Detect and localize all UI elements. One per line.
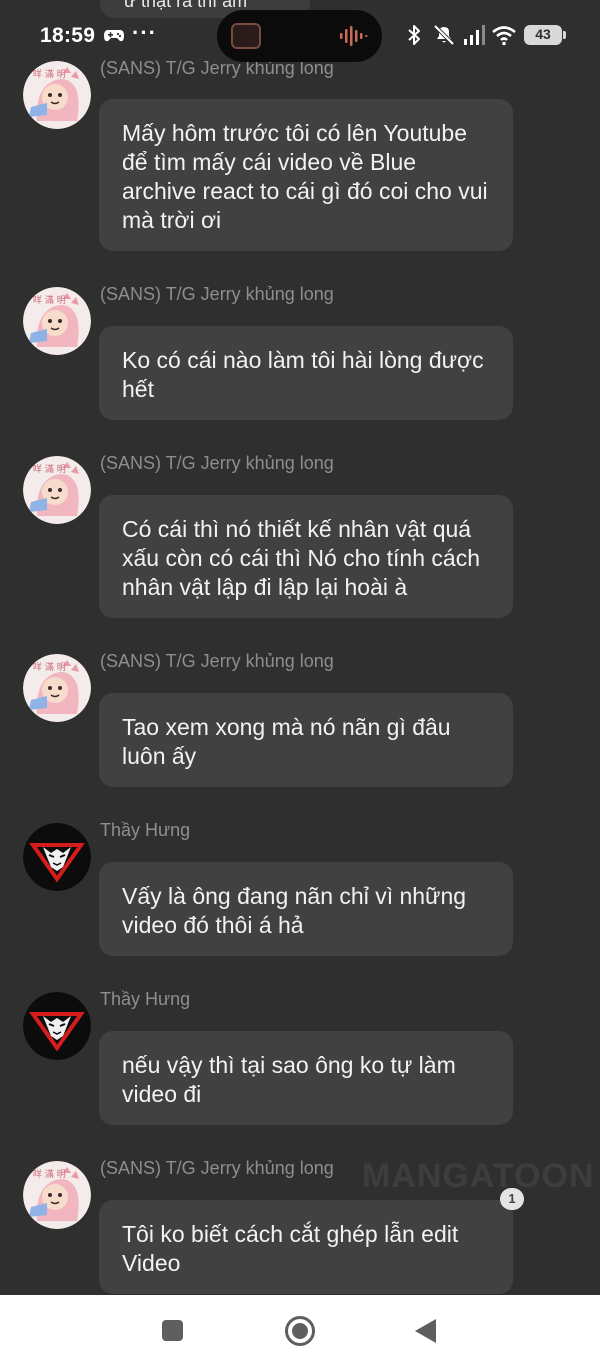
bluetooth-icon xyxy=(408,25,420,45)
watermark: MANGATOON xyxy=(362,1157,595,1195)
pink-dinosaur-avatar-icon: 咩 滿 明 xyxy=(23,456,91,524)
mute-icon xyxy=(433,24,455,46)
home-button-icon[interactable] xyxy=(285,1316,315,1346)
red-dragon-emblem-avatar-icon xyxy=(23,992,91,1060)
sender-name[interactable]: (SANS) T/G Jerry khủng long xyxy=(100,453,334,474)
message-bubble[interactable]: Ko có cái nào làm tôi hài lòng được hết xyxy=(99,326,513,420)
chat-screen: ư thật ra thì ấm 咩 滿 明 (SANS) T/G Jerry … xyxy=(0,0,600,1367)
pink-dinosaur-avatar-icon: 咩 滿 明 xyxy=(23,61,91,129)
avatar-pink-dinosaur[interactable]: 咩 滿 明 xyxy=(23,1161,91,1229)
chat-list[interactable]: ư thật ra thì ấm 咩 滿 明 (SANS) T/G Jerry … xyxy=(0,0,600,1295)
svg-text:咩 滿 明: 咩 滿 明 xyxy=(33,661,66,673)
wifi-icon xyxy=(492,26,516,46)
message-bubble[interactable]: nếu vậy thì tại sao ông ko tự làm video … xyxy=(99,1031,513,1125)
recents-button-icon[interactable] xyxy=(162,1320,183,1341)
dynamic-island[interactable] xyxy=(217,10,382,62)
message-bubble[interactable]: Vấy là ông đang nãn chỉ vì những video đ… xyxy=(99,862,513,956)
signal-icon xyxy=(464,25,485,45)
sender-name[interactable]: (SANS) T/G Jerry khủng long xyxy=(100,284,334,305)
avatar-pink-dinosaur[interactable]: 咩 滿 明 xyxy=(23,654,91,722)
sender-name[interactable]: Thầy Hưng xyxy=(100,989,190,1010)
status-icons: 43 xyxy=(402,22,566,48)
status-bar: 18:59 ··· 43 xyxy=(0,0,600,70)
svg-text:咩 滿 明: 咩 滿 明 xyxy=(33,294,66,306)
gamepad-icon xyxy=(104,30,124,42)
system-navigation-bar xyxy=(0,1295,600,1367)
back-button-icon[interactable] xyxy=(415,1319,436,1343)
audio-waveform-icon xyxy=(340,26,368,46)
avatar-red-dragon[interactable] xyxy=(23,823,91,891)
sender-name[interactable]: (SANS) T/G Jerry khủng long xyxy=(100,1158,334,1179)
message-bubble[interactable]: Tao xem xong mà nó nãn gì đâu luôn ấy xyxy=(99,693,513,787)
more-notifications-icon: ··· xyxy=(132,20,157,45)
battery-icon: 43 xyxy=(524,25,566,45)
sender-name[interactable]: Thầy Hưng xyxy=(100,820,190,841)
svg-text:咩 滿 明: 咩 滿 明 xyxy=(33,1168,66,1180)
clock: 18:59 xyxy=(40,24,96,47)
avatar-red-dragon[interactable] xyxy=(23,992,91,1060)
music-thumbnail-icon xyxy=(231,23,261,49)
message-bubble[interactable]: Mấy hôm trước tôi có lên Youtube để tìm … xyxy=(99,99,513,251)
message-bubble[interactable]: Có cái thì nó thiết kế nhân vật quá xấu … xyxy=(99,495,513,618)
red-dragon-emblem-avatar-icon xyxy=(23,823,91,891)
avatar-pink-dinosaur[interactable]: 咩 滿 明 xyxy=(23,287,91,355)
pink-dinosaur-avatar-icon: 咩 滿 明 xyxy=(23,287,91,355)
sender-name[interactable]: (SANS) T/G Jerry khủng long xyxy=(100,651,334,672)
pink-dinosaur-avatar-icon: 咩 滿 明 xyxy=(23,1161,91,1229)
battery-level: 43 xyxy=(535,26,551,42)
avatar-pink-dinosaur[interactable]: 咩 滿 明 xyxy=(23,456,91,524)
reaction-count-badge[interactable]: 1 xyxy=(500,1188,524,1210)
pink-dinosaur-avatar-icon: 咩 滿 明 xyxy=(23,654,91,722)
svg-text:咩 滿 明: 咩 滿 明 xyxy=(33,463,66,475)
avatar-pink-dinosaur[interactable]: 咩 滿 明 xyxy=(23,61,91,129)
message-bubble[interactable]: Tôi ko biết cách cắt ghép lẫn edit Video xyxy=(99,1200,513,1294)
